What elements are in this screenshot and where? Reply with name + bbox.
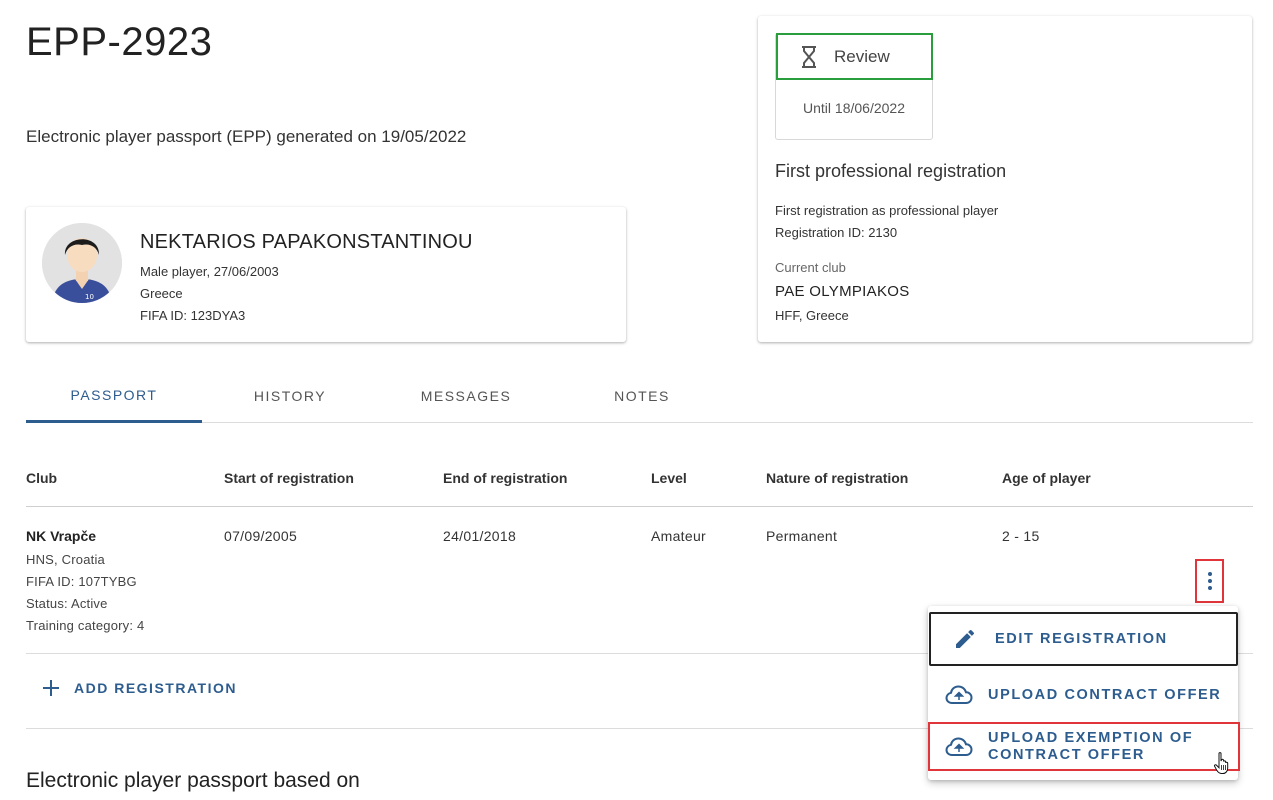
column-header-end: End of registration: [443, 470, 568, 486]
hand-pointer-icon: [1214, 752, 1229, 774]
registration-title: First professional registration: [775, 161, 1007, 181]
hourglass-icon: [802, 45, 816, 68]
menu-item-label: UPLOAD EXEMPTION OF CONTRACT OFFER: [988, 729, 1194, 763]
menu-item-edit-registration[interactable]: EDIT REGISTRATION: [929, 612, 1238, 666]
status-badge: Review: [776, 33, 933, 80]
player-card: 10 NEKTARIOS PAPAKONSTANTINOU Male playe…: [26, 207, 626, 342]
jersey-number: 10: [85, 293, 94, 301]
more-vertical-icon[interactable]: [1195, 559, 1224, 603]
row-club-name: NK Vrapče: [26, 528, 97, 544]
current-club-association: HFF, Greece: [775, 308, 849, 323]
row-club-association: HNS, Croatia: [26, 552, 105, 567]
row-club-fifa-id: FIFA ID: 107TYBG: [26, 574, 137, 589]
row-nature: Permanent: [766, 528, 838, 544]
row-start-date: 07/09/2005: [224, 528, 298, 544]
add-registration-button[interactable]: ADD REGISTRATION: [42, 679, 237, 697]
current-club-name: PAE OLYMPIAKOS: [775, 283, 910, 300]
column-header-level: Level: [651, 470, 687, 486]
tab-passport[interactable]: PASSPORT: [26, 370, 202, 423]
row-age: 2 - 15: [1002, 528, 1040, 544]
menu-item-upload-exemption[interactable]: UPLOAD EXEMPTION OF CONTRACT OFFER: [928, 722, 1240, 771]
player-fifa-id: FIFA ID: 123DYA3: [140, 308, 246, 323]
menu-item-label: EDIT REGISTRATION: [995, 630, 1168, 647]
cloud-upload-icon: [944, 683, 974, 707]
row-club-status: Status: Active: [26, 596, 108, 611]
menu-item-label: UPLOAD CONTRACT OFFER: [988, 686, 1222, 703]
menu-item-upload-contract-offer[interactable]: UPLOAD CONTRACT OFFER: [928, 676, 1238, 714]
column-header-nature: Nature of registration: [766, 470, 909, 486]
player-gender-dob: Male player, 27/06/2003: [140, 264, 279, 279]
pencil-icon: [950, 627, 980, 651]
player-name: NEKTARIOS PAPAKONSTANTINOU: [140, 231, 473, 253]
tab-messages[interactable]: MESSAGES: [378, 370, 554, 422]
registration-context-menu: EDIT REGISTRATION UPLOAD CONTRACT OFFER …: [928, 606, 1240, 780]
status-label: Review: [834, 46, 890, 66]
player-avatar: 10: [42, 223, 122, 303]
column-header-age: Age of player: [1002, 470, 1091, 486]
row-club-training: Training category: 4: [26, 618, 145, 633]
page-title: EPP-2923: [26, 20, 213, 64]
tab-history[interactable]: HISTORY: [202, 370, 378, 422]
add-registration-label: ADD REGISTRATION: [74, 680, 237, 696]
registration-id: Registration ID: 2130: [775, 225, 898, 240]
tab-bar: PASSPORT HISTORY MESSAGES NOTES: [26, 370, 1253, 423]
tab-notes[interactable]: NOTES: [554, 370, 730, 422]
column-header-club: Club: [26, 470, 58, 486]
page-subtitle: Electronic player passport (EPP) generat…: [26, 127, 467, 146]
table-header-divider: [26, 506, 1253, 507]
status-card: Review Until 18/06/2022 First profession…: [758, 16, 1252, 342]
row-level: Amateur: [651, 528, 707, 544]
status-until: Until 18/06/2022: [803, 100, 905, 116]
cloud-upload-icon: [944, 735, 974, 759]
section-title: Electronic player passport based on: [26, 769, 360, 792]
player-country: Greece: [140, 286, 183, 301]
player-avatar-icon: 10: [42, 223, 122, 303]
row-end-date: 24/01/2018: [443, 528, 517, 544]
registration-description: First registration as professional playe…: [775, 203, 999, 218]
column-header-start: Start of registration: [224, 470, 354, 486]
plus-icon: [42, 679, 60, 697]
current-club-label: Current club: [775, 260, 846, 275]
